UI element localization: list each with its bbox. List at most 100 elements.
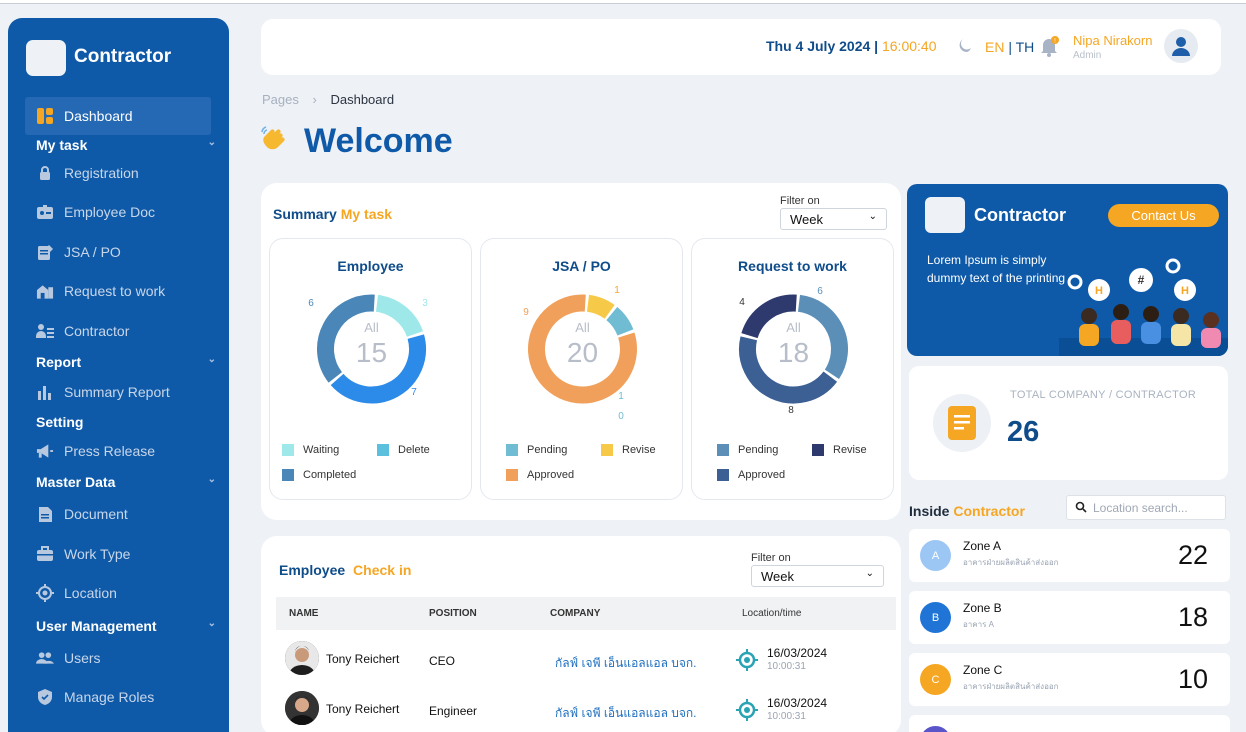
employee-company[interactable]: กัลฟ์ เจพี เอ็นแอลแอล บจก. xyxy=(555,654,697,673)
inside-title-text: Inside xyxy=(909,503,950,519)
zone-card-partial[interactable] xyxy=(909,715,1230,732)
zone-badge: A xyxy=(920,540,951,571)
page-title-text: Welcome xyxy=(304,122,453,160)
table-row[interactable]: Tony Reichert Engineer กัลฟ์ เจพี เอ็นแอ… xyxy=(276,688,896,732)
table-row[interactable]: Tony Reichert CEO กัลฟ์ เจพี เอ็นแอลแอล … xyxy=(276,638,896,688)
summary-title: Summary My task xyxy=(273,206,392,222)
building-icon xyxy=(36,282,54,300)
employee-checkin-card: Employee Check in Filter on Week ⌄ NAME … xyxy=(261,536,901,732)
sidebar-item-contractor[interactable]: Contractor xyxy=(25,312,211,350)
legend-label: Revise xyxy=(622,444,656,456)
legend-item: Approved xyxy=(506,469,574,481)
sidebar-item-label: Employee Doc xyxy=(64,204,156,220)
total-value: 26 xyxy=(1007,416,1040,448)
location-target-icon[interactable] xyxy=(736,649,758,674)
summary-title-text: Summary xyxy=(273,206,337,222)
brand-name: Contractor xyxy=(74,46,172,67)
section-my-task[interactable]: My task ⌄ xyxy=(36,137,216,153)
date-time: Thu 4 July 2024 | 16:00:40 xyxy=(766,38,936,54)
filter-value: Week xyxy=(790,212,823,227)
location-target-icon[interactable] xyxy=(736,699,758,724)
zone-badge xyxy=(920,726,951,732)
location-target-icon xyxy=(36,584,54,602)
donut-value-label: 1 xyxy=(618,391,624,402)
donut-center-total: 20 xyxy=(567,337,598,368)
bell-icon[interactable]: ! xyxy=(1039,35,1061,62)
zone-card-c[interactable]: C Zone C อาคารฝ่ายผลิตสินค้าส่งออก 10 xyxy=(909,653,1230,706)
column-header: POSITION xyxy=(429,608,477,619)
doc-edit-icon xyxy=(36,243,54,261)
sidebar-item-employee-doc[interactable]: Employee Doc xyxy=(25,193,211,231)
sidebar-item-request-to-work[interactable]: Request to work xyxy=(25,272,211,310)
donut-center-total: 18 xyxy=(778,337,809,368)
user-name[interactable]: Nipa Nirakorn xyxy=(1073,33,1152,48)
language-switch: EN | TH xyxy=(985,39,1034,55)
summary-filter-select[interactable]: Week ⌄ xyxy=(780,208,887,230)
location-search-input[interactable]: Location search... xyxy=(1066,495,1226,520)
zone-card-a[interactable]: A Zone A อาคารฝ่ายผลิตสินค้าส่งออก 22 xyxy=(909,529,1230,582)
legend-label: Approved xyxy=(738,469,786,481)
promo-text: Lorem Ipsum is simply dummy text of the … xyxy=(927,253,1066,285)
donut-segment-revise xyxy=(586,294,615,319)
checkin-filter-select[interactable]: Week ⌄ xyxy=(751,565,884,587)
time-text: 16:00:40 xyxy=(881,38,937,54)
donut-chart-employee: All 15 3 7 6 xyxy=(308,294,428,404)
legend-label: Revise xyxy=(833,444,867,456)
page-title: Welcome xyxy=(260,122,453,161)
checkin-date: 16/03/2024 xyxy=(767,696,828,710)
legend-item: Revise xyxy=(812,444,867,456)
zone-badge: B xyxy=(920,602,951,633)
svg-text:#: # xyxy=(1138,273,1145,287)
chevron-down-icon: ⌄ xyxy=(207,474,216,485)
avatar[interactable] xyxy=(1164,29,1198,63)
sidebar-item-manage-roles[interactable]: Manage Roles xyxy=(25,678,211,716)
promo-banner: Contractor Contact Us Lorem Ipsum is sim… xyxy=(907,184,1228,356)
sidebar-item-work-type[interactable]: Work Type xyxy=(25,535,211,573)
donut-value-label: 6 xyxy=(817,286,823,297)
filter-label: Filter on xyxy=(780,195,820,207)
sidebar-item-users[interactable]: Users xyxy=(25,639,211,677)
moon-icon[interactable] xyxy=(955,37,973,60)
section-report[interactable]: Report ⌄ xyxy=(36,354,216,370)
employee-photo xyxy=(285,641,319,675)
checkin-date: 16/03/2024 xyxy=(767,646,828,660)
bar-chart-icon xyxy=(36,383,54,401)
promo-brand: Contractor xyxy=(974,205,1067,225)
donut-value-label: 7 xyxy=(411,387,417,398)
checkin-time: 10:00:31 xyxy=(767,661,806,672)
breadcrumb-root[interactable]: Pages xyxy=(262,92,299,107)
zone-name: Zone C xyxy=(963,663,1003,677)
sidebar-item-summary-report[interactable]: Summary Report xyxy=(25,373,211,411)
sidebar-item-document[interactable]: Document xyxy=(25,495,211,533)
sidebar-item-jsa-po[interactable]: JSA / PO xyxy=(25,233,211,271)
breadcrumb: Pages › Dashboard xyxy=(262,92,394,107)
section-master-data[interactable]: Master Data ⌄ xyxy=(36,474,216,490)
megaphone-icon xyxy=(36,442,54,460)
sidebar-item-press-release[interactable]: Press Release xyxy=(25,432,211,470)
contact-us-button[interactable]: Contact Us xyxy=(1108,204,1219,227)
users-icon xyxy=(36,649,54,667)
column-header: COMPANY xyxy=(550,608,601,619)
lang-en-button[interactable]: EN xyxy=(985,39,1004,55)
briefcase-icon xyxy=(36,545,54,563)
legend-swatch xyxy=(812,444,824,456)
lock-icon xyxy=(36,164,54,182)
sidebar-item-label: Location xyxy=(64,585,117,601)
lang-th-button[interactable]: TH xyxy=(1016,39,1035,55)
employee-company[interactable]: กัลฟ์ เจพี เอ็นแอลแอล บจก. xyxy=(555,704,697,723)
document-icon xyxy=(933,394,991,452)
zone-card-b[interactable]: B Zone B อาคาร A 18 xyxy=(909,591,1230,644)
sidebar-item-label: Press Release xyxy=(64,443,156,459)
sidebar-item-dashboard[interactable]: Dashboard xyxy=(25,97,211,135)
sidebar: Contractor Dashboard My task ⌄ Registrat… xyxy=(8,18,229,732)
sidebar-item-label: Dashboard xyxy=(64,108,133,124)
inside-contractor-title: Inside Contractor xyxy=(909,503,1025,519)
section-label: Report xyxy=(36,354,82,370)
legend-swatch xyxy=(717,469,729,481)
section-user-management[interactable]: User Management ⌄ xyxy=(36,618,216,634)
sidebar-item-registration[interactable]: Registration xyxy=(25,154,211,192)
legend-swatch xyxy=(717,444,729,456)
sidebar-item-location[interactable]: Location xyxy=(25,574,211,612)
donut-chart-request-to-work: All 18 6 8 4 xyxy=(739,286,848,416)
section-setting[interactable]: Setting xyxy=(36,414,216,430)
